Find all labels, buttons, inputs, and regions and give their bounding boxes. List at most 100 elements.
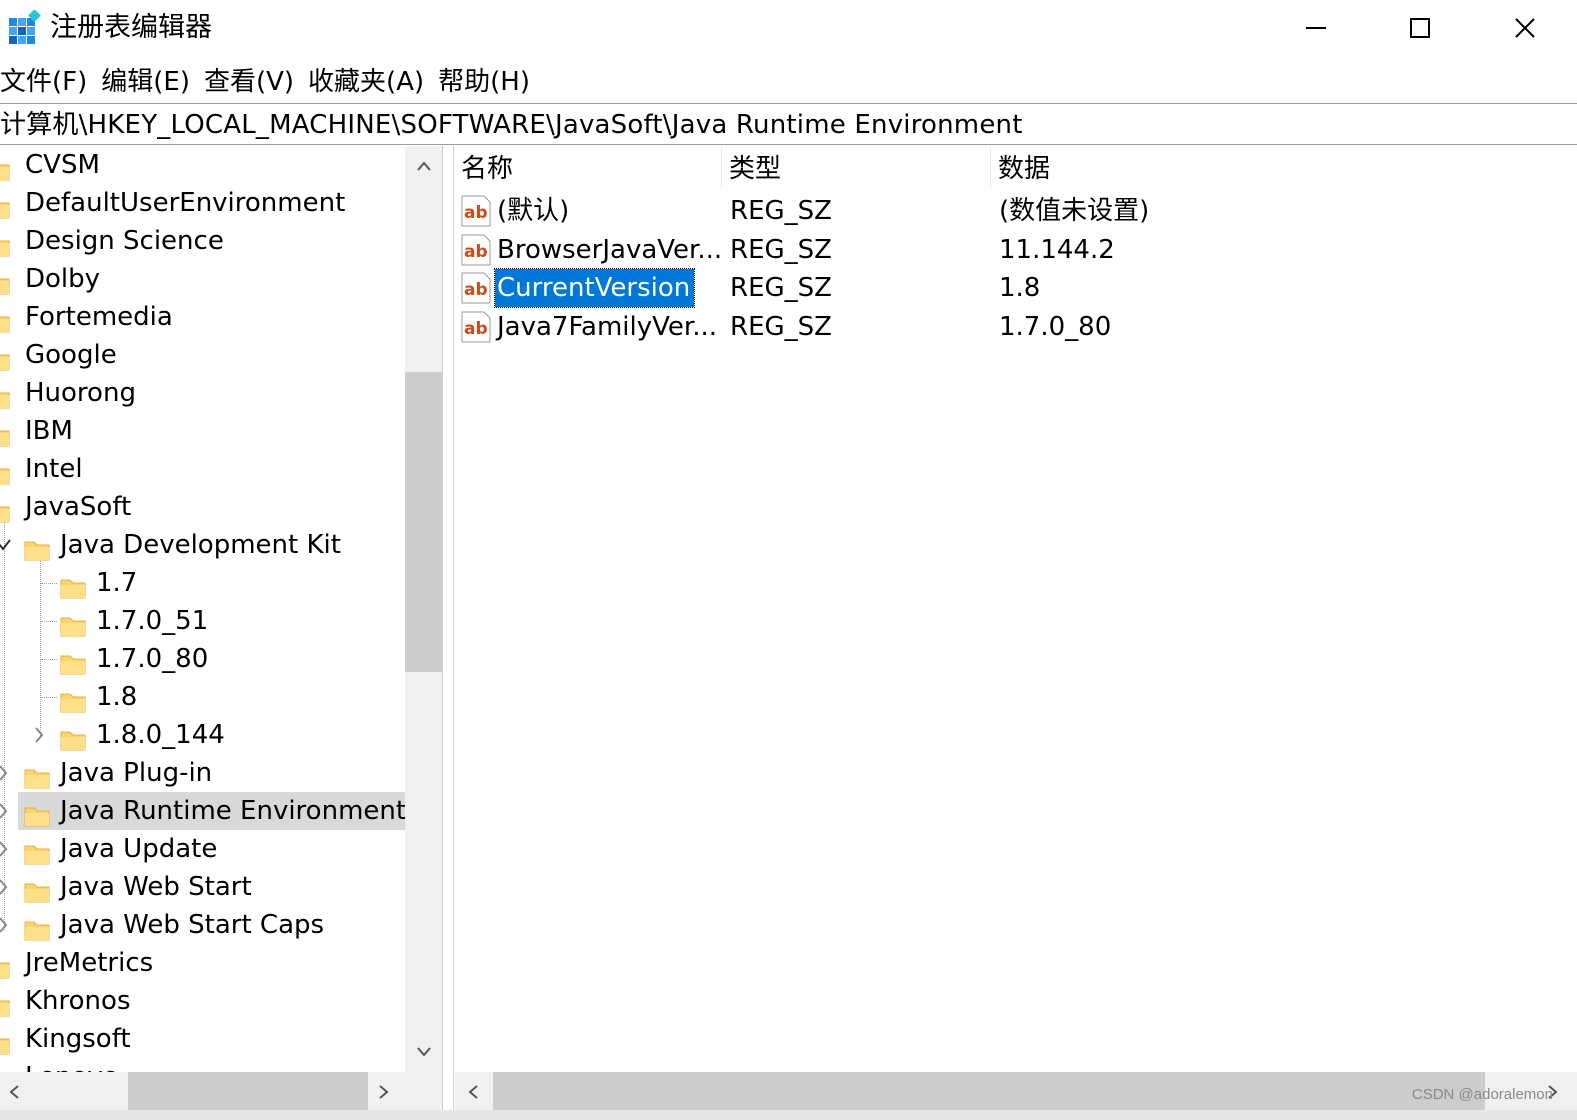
tree-item-label: Intel <box>25 454 83 484</box>
values-horizontal-scrollbar[interactable] <box>455 1072 1577 1110</box>
menu-view[interactable]: 查看(V) <box>204 62 294 102</box>
collapsed-chevron-icon[interactable] <box>32 716 48 754</box>
folder-icon <box>60 572 86 599</box>
expanded-chevron-icon[interactable] <box>0 526 14 564</box>
tree-item[interactable]: CVSM <box>0 146 405 184</box>
tree-item[interactable]: Java Update <box>0 830 405 868</box>
tree-item[interactable]: IBM <box>0 412 405 450</box>
string-value-icon: ab <box>461 234 491 266</box>
collapsed-chevron-icon[interactable] <box>0 906 12 944</box>
tree-item[interactable]: Java Plug-in <box>0 754 405 792</box>
tree-item[interactable]: Lenovo <box>0 1058 405 1072</box>
title-bar: 注册表编辑器 <box>0 0 1577 56</box>
folder-icon <box>24 914 50 941</box>
scroll-up-icon[interactable] <box>416 160 432 172</box>
scroll-down-icon[interactable] <box>416 1046 432 1058</box>
scroll-left-icon[interactable] <box>8 1084 20 1100</box>
tree-guide-line <box>41 583 57 584</box>
collapsed-chevron-icon[interactable] <box>0 792 12 830</box>
tree-item[interactable]: Intel <box>0 450 405 488</box>
tree-guide-line <box>41 697 57 698</box>
value-row[interactable]: ab BrowserJavaVer... REG_SZ 11.144.2 <box>455 231 1577 269</box>
value-data: (数值未设置) <box>999 196 1150 226</box>
pane-splitter[interactable] <box>442 146 454 1112</box>
value-name[interactable]: CurrentVersion <box>493 268 696 309</box>
tree-item[interactable]: JavaSoft <box>0 488 405 526</box>
svg-text:ab: ab <box>464 203 488 223</box>
value-row[interactable]: ab (默认) REG_SZ (数值未设置) <box>455 192 1577 230</box>
tree-item[interactable]: Khronos <box>0 982 405 1020</box>
tree-item-label: Google <box>25 340 117 370</box>
tree-item[interactable]: JreMetrics <box>0 944 405 982</box>
scroll-left-icon[interactable] <box>467 1084 479 1100</box>
value-row[interactable]: ab CurrentVersion REG_SZ 1.8 <box>455 268 1577 309</box>
tree-guide-line <box>41 621 57 622</box>
value-row[interactable]: ab Java7FamilyVer... REG_SZ 1.7.0_80 <box>455 308 1577 346</box>
tree-guide-line <box>41 659 57 660</box>
address-bar[interactable]: 计算机\HKEY_LOCAL_MACHINE\SOFTWARE\JavaSoft… <box>0 106 1577 144</box>
value-name[interactable]: BrowserJavaVer... <box>497 231 726 269</box>
tree-item[interactable]: Java Runtime Environment <box>0 792 405 830</box>
tree-item[interactable]: Dolby <box>0 260 405 298</box>
collapsed-chevron-icon[interactable] <box>0 754 12 792</box>
folder-icon <box>0 496 10 523</box>
folder-icon <box>24 838 50 865</box>
tree-item[interactable]: 1.8.0_144 <box>0 716 405 754</box>
tree-item[interactable]: Java Web Start <box>0 868 405 906</box>
tree-item-label: Java Update <box>60 834 218 864</box>
value-name[interactable]: (默认) <box>497 192 573 230</box>
menu-favorites[interactable]: 收藏夹(A) <box>308 62 424 102</box>
tree-item[interactable]: Google <box>0 336 405 374</box>
column-header-name[interactable]: 名称 <box>461 146 513 190</box>
tree-item[interactable]: Java Web Start Caps <box>0 906 405 944</box>
tree-item-label: Lenovo <box>25 1058 119 1072</box>
tree-item-label: 1.7.0_51 <box>96 606 209 636</box>
tree-item-label: 1.8.0_144 <box>96 720 225 750</box>
column-header-data[interactable]: 数据 <box>998 146 1050 190</box>
value-name[interactable]: Java7FamilyVer... <box>497 308 721 346</box>
collapsed-chevron-icon[interactable] <box>0 868 12 906</box>
menu-edit[interactable]: 编辑(E) <box>101 62 190 102</box>
tree-item[interactable]: DefaultUserEnvironment <box>0 184 405 222</box>
tree-item[interactable]: Design Science <box>0 222 405 260</box>
tree-item-label: Khronos <box>25 986 131 1016</box>
folder-icon <box>0 458 10 485</box>
key-tree: CVSM DefaultUserEnvironment Design Science… <box>0 146 405 1072</box>
tree-item[interactable]: 1.7 <box>0 564 405 602</box>
window-title: 注册表编辑器 <box>50 12 212 43</box>
value-data: 1.7.0_80 <box>999 312 1112 343</box>
menu-bar: 文件(F) 编辑(E) 查看(V) 收藏夹(A) 帮助(H) <box>0 62 544 102</box>
tree-item[interactable]: 1.7.0_80 <box>0 640 405 678</box>
tree-item[interactable]: 1.8 <box>0 678 405 716</box>
minimize-icon <box>1306 27 1326 29</box>
folder-icon <box>0 192 10 219</box>
scrollbar-thumb[interactable] <box>128 1072 368 1110</box>
tree-item[interactable]: Fortemedia <box>0 298 405 336</box>
tree-vertical-scrollbar[interactable] <box>405 146 442 1072</box>
folder-icon <box>0 382 10 409</box>
maximize-icon <box>1410 18 1430 38</box>
tree-item[interactable]: 1.7.0_51 <box>0 602 405 640</box>
scrollbar-thumb[interactable] <box>405 372 442 672</box>
folder-icon <box>60 724 86 751</box>
column-divider[interactable] <box>990 148 991 188</box>
tree-item[interactable]: Java Development Kit <box>0 526 405 564</box>
folder-icon <box>60 648 86 675</box>
menu-file[interactable]: 文件(F) <box>0 62 87 102</box>
menu-help[interactable]: 帮助(H) <box>438 62 530 102</box>
tree-item-label: Kingsoft <box>25 1024 131 1054</box>
column-header-type[interactable]: 类型 <box>729 146 781 190</box>
close-button[interactable] <box>1473 0 1577 56</box>
maximize-button[interactable] <box>1368 0 1472 56</box>
tree-item[interactable]: Kingsoft <box>0 1020 405 1058</box>
tree-item-label: 1.7.0_80 <box>96 644 209 674</box>
tree-item-label: 1.7 <box>96 568 138 598</box>
minimize-button[interactable] <box>1264 0 1368 56</box>
tree-item[interactable]: Huorong <box>0 374 405 412</box>
column-divider[interactable] <box>721 148 722 188</box>
tree-item-label: DefaultUserEnvironment <box>25 188 346 218</box>
tree-horizontal-scrollbar[interactable] <box>0 1072 405 1110</box>
collapsed-chevron-icon[interactable] <box>0 830 12 868</box>
scrollbar-thumb[interactable] <box>493 1072 1485 1110</box>
scroll-right-icon[interactable] <box>378 1084 390 1100</box>
